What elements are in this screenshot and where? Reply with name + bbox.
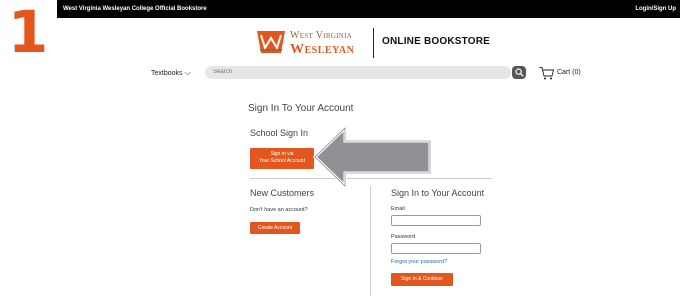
email-field[interactable] (391, 215, 481, 226)
school-button-line1: Sign in via (270, 151, 294, 157)
school-signin-heading: School Sign In (250, 128, 309, 138)
search-button[interactable] (512, 66, 526, 79)
pointer-arrow-icon (313, 126, 432, 188)
column-divider (370, 186, 371, 296)
textbooks-label: Textbooks (151, 70, 183, 77)
wv-wesleyan-logo[interactable]: West Virginia Wesleyan (257, 28, 367, 62)
logo-divider (373, 28, 374, 58)
textbooks-menu[interactable]: Textbooks ⌵ (151, 68, 191, 78)
login-signup-link[interactable]: Login/Sign Up (635, 0, 676, 18)
top-bar: West Virginia Wesleyan College Official … (57, 0, 680, 18)
school-signin-button[interactable]: Sign in via Your School Account (250, 148, 314, 169)
forgot-password-link[interactable]: Forgot your password? (391, 259, 447, 265)
password-field[interactable] (391, 243, 481, 254)
cart-label: Cart (0) (557, 69, 581, 76)
store-title: ONLINE BOOKSTORE (382, 36, 491, 47)
no-account-text: Don't have an account? (250, 207, 308, 213)
logo-line1: West Virginia (290, 30, 353, 41)
password-label: Password (391, 234, 416, 240)
new-customers-heading: New Customers (250, 188, 315, 198)
signin-continue-button[interactable]: Sign In & Continue (391, 273, 453, 286)
account-signin-heading: Sign In to Your Account (391, 188, 485, 198)
cart-icon (539, 67, 554, 80)
school-button-line2: Your School Account (259, 158, 305, 164)
chevron-down-icon: ⌵ (184, 68, 191, 77)
search-icon (515, 68, 524, 77)
search-input[interactable] (205, 66, 511, 79)
browser-screenshot: West Virginia Wesleyan College Official … (57, 0, 680, 296)
email-label: Email (391, 206, 405, 212)
step-number: 1 (7, 0, 49, 66)
w-shield-icon (257, 31, 285, 53)
site-name: West Virginia Wesleyan College Official … (63, 6, 207, 12)
create-account-button[interactable]: Create Account (250, 222, 300, 234)
logo-line2: Wesleyan (290, 42, 355, 57)
signin-heading: Sign In To Your Account (248, 103, 354, 114)
